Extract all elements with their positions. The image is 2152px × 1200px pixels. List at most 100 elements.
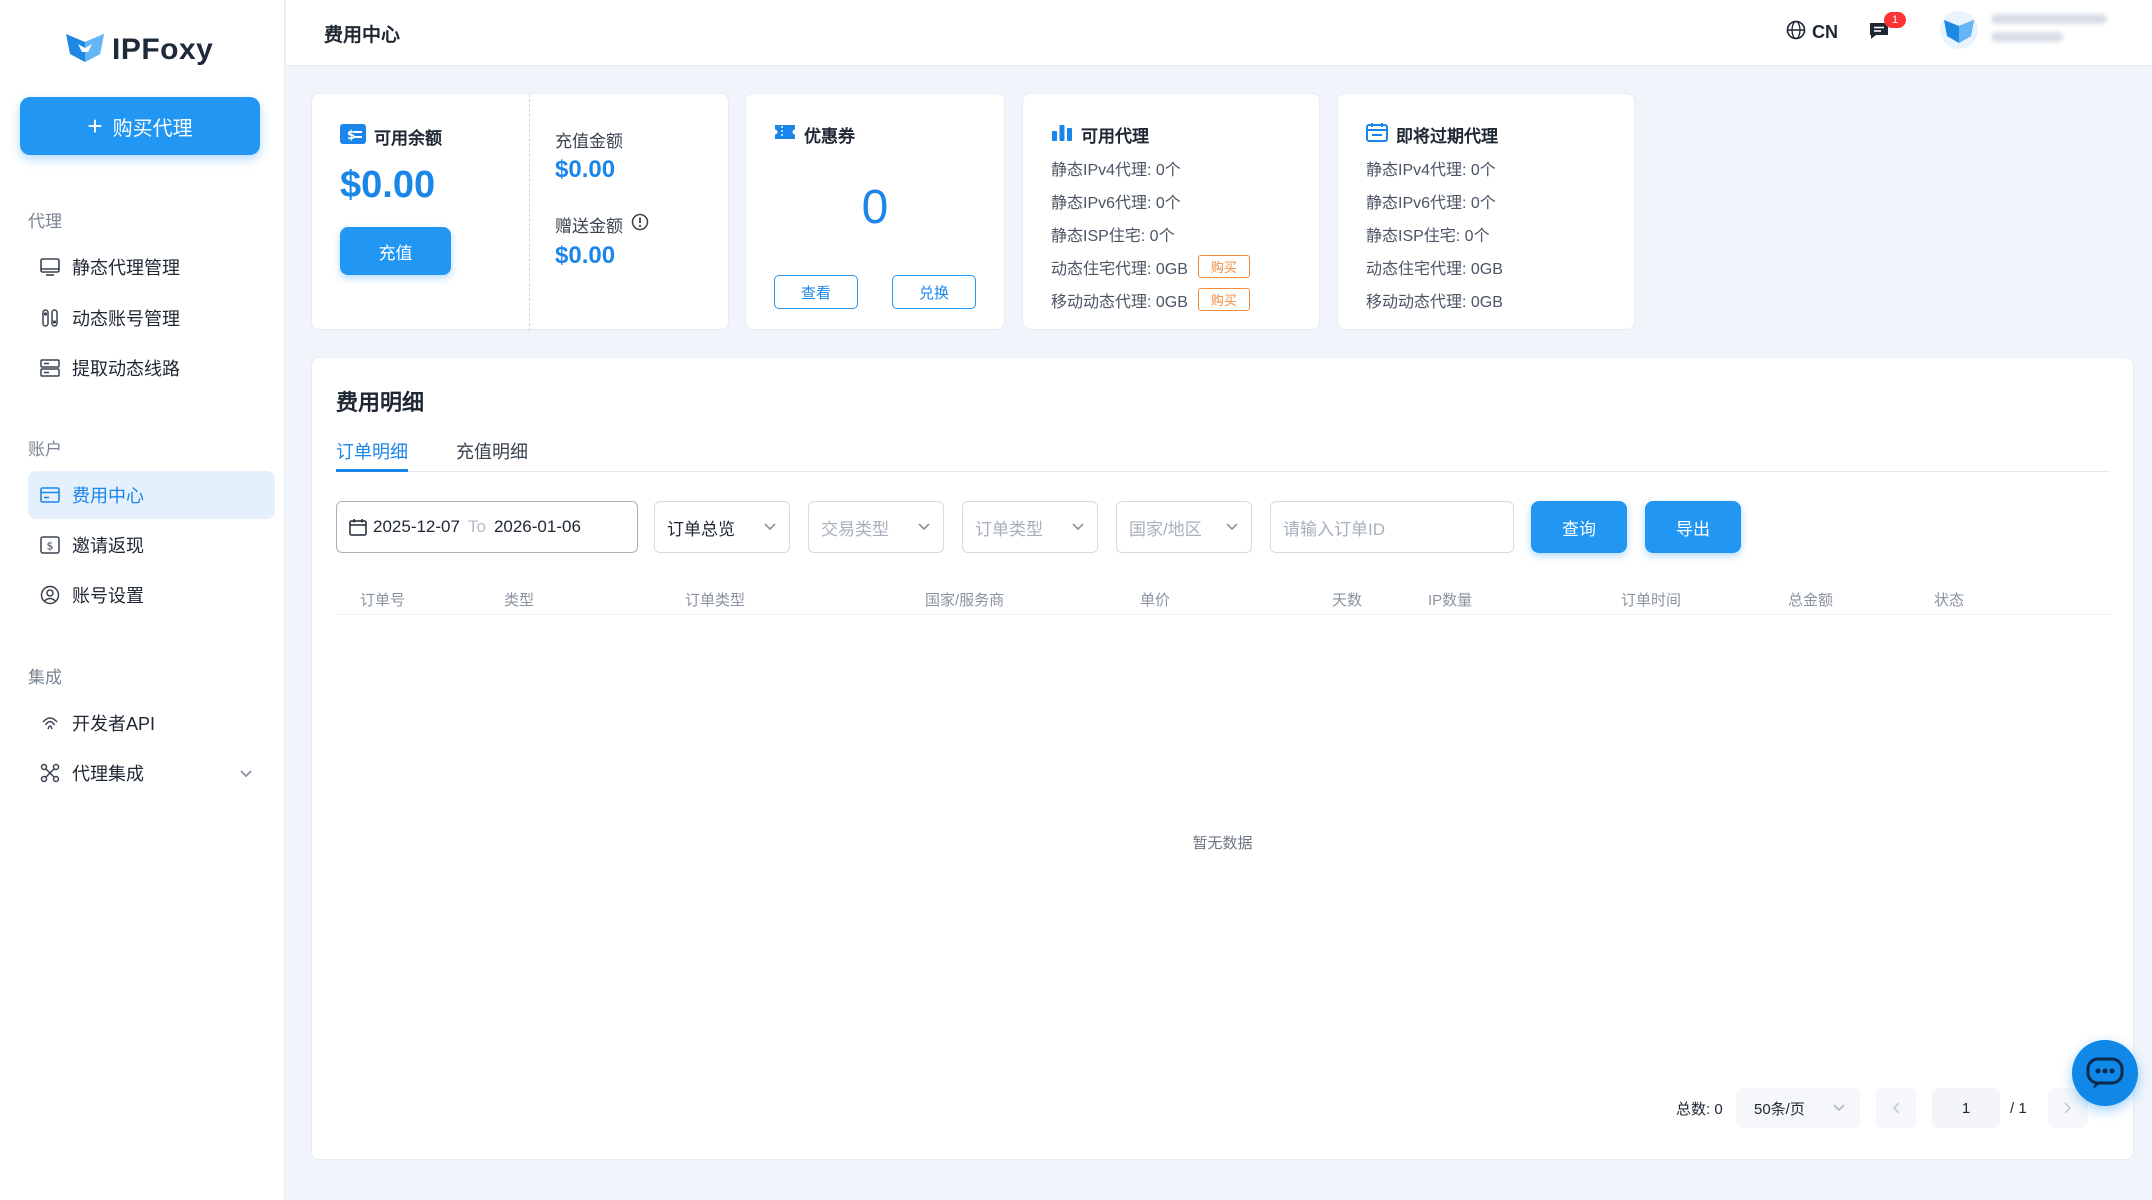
col-type: 类型 — [504, 592, 535, 609]
server-icon — [40, 358, 60, 378]
view-coupons-button[interactable]: 查看 — [774, 275, 858, 309]
export-button[interactable]: 导出 — [1645, 501, 1741, 553]
total-pages: / 1 — [2010, 1099, 2027, 1117]
calendar-icon — [1366, 122, 1388, 147]
recharge-button[interactable]: 充值 — [340, 227, 451, 275]
fee-detail-title: 费用明细 — [336, 390, 425, 415]
logo-text: IPFoxy — [112, 32, 214, 66]
chevron-down-icon[interactable] — [239, 763, 253, 784]
wallet-icon: $ — [340, 124, 366, 149]
expiring-static-ipv4: 静态IPv4代理: 0个 — [1366, 161, 1496, 179]
expiring-card-title: 即将过期代理 — [1366, 122, 1498, 147]
sidebar-item-proxy-integration[interactable]: 代理集成 — [28, 749, 275, 797]
chevron-down-icon — [1071, 517, 1085, 537]
sidebar-item-label: 提取动态线路 — [72, 359, 180, 379]
expiring-static-ipv6: 静态IPv6代理: 0个 — [1366, 194, 1496, 212]
sidebar-item-label: 费用中心 — [72, 486, 144, 506]
available-stats-list: 静态IPv4代理: 0个 静态IPv6代理: 0个 静态ISP住宅: 0个 动态… — [1051, 151, 1250, 316]
language-switcher[interactable]: CN — [1786, 20, 1838, 45]
stat-dynamic-residential: 动态住宅代理: 0GB 购买 — [1051, 250, 1250, 283]
wallet-card-icon — [40, 485, 60, 505]
col-status: 状态 — [1934, 592, 1965, 609]
gift-amount: $0.00 — [555, 242, 616, 269]
logo[interactable]: IPFoxy — [64, 30, 213, 69]
top-bar: 费用中心 CN 1 — [286, 0, 2152, 66]
sidebar-item-developer-api[interactable]: 开发者API — [28, 699, 275, 747]
trade-type-select[interactable]: 交易类型 — [808, 501, 944, 553]
fingerprint-icon — [40, 713, 60, 733]
expiring-dynamic-residential: 动态住宅代理: 0GB — [1366, 260, 1503, 278]
col-unit-price: 单价 — [1140, 592, 1171, 609]
fox-logo-icon — [64, 30, 106, 69]
recharge-amount: $0.00 — [555, 156, 616, 183]
sidebar-item-label: 开发者API — [72, 714, 156, 734]
page-title: 费用中心 — [324, 25, 401, 46]
expiring-proxies-card: 即将过期代理 静态IPv4代理: 0个 静态IPv6代理: 0个 静态ISP住宅… — [1337, 93, 1635, 330]
stat-static-ipv6: 静态IPv6代理: 0个 — [1051, 194, 1181, 212]
query-button[interactable]: 查询 — [1531, 501, 1627, 553]
tab-recharge-details[interactable]: 充值明细 — [456, 438, 528, 472]
available-title-label: 可用代理 — [1081, 127, 1149, 146]
gift-amount-label: 赠送金额 — [555, 217, 623, 236]
balance-card: $ 可用余额 $0.00 充值 充值金额 $0.00 赠送金额 $0.00 — [311, 93, 729, 331]
sidebar-item-extract-lines[interactable]: 提取动态线路 — [28, 344, 275, 392]
page-size-select[interactable]: 50条/页 — [1736, 1088, 1860, 1128]
sidebar-item-label: 代理集成 — [72, 764, 144, 784]
date-end[interactable]: 2026-01-06 — [494, 517, 581, 537]
ticket-icon — [774, 123, 796, 146]
sidebar-item-label: 动态账号管理 — [72, 309, 180, 329]
sidebar-item-billing[interactable]: 费用中心 — [28, 471, 275, 519]
buy-mobile-button[interactable]: 购买 — [1197, 288, 1250, 311]
col-order-time: 订单时间 — [1621, 592, 1682, 609]
sidebar-item-label: 静态代理管理 — [72, 258, 180, 278]
col-order-type: 订单类型 — [685, 592, 746, 609]
tab-order-details[interactable]: 订单明细 — [336, 438, 408, 472]
coupon-card-title: 优惠券 — [774, 122, 855, 147]
buy-proxy-button[interactable]: + 购买代理 — [20, 97, 260, 155]
date-start[interactable]: 2025-12-07 — [373, 517, 460, 537]
language-label: CN — [1812, 22, 1838, 42]
chevron-down-icon — [1225, 517, 1239, 537]
col-country-provider: 国家/服务商 — [925, 592, 1005, 609]
col-ip-count: IP数量 — [1428, 592, 1473, 609]
chevron-down-icon — [917, 517, 931, 537]
user-info-blurred[interactable] — [1991, 14, 2111, 50]
col-days: 天数 — [1332, 592, 1363, 609]
buy-proxy-label: 购买代理 — [112, 117, 193, 140]
svg-text:$: $ — [47, 540, 54, 553]
date-range-picker[interactable]: 2025-12-07 To 2026-01-06 — [336, 501, 638, 553]
recharge-amount-label: 充值金额 — [555, 132, 623, 151]
sidebar-item-invite-cashback[interactable]: $ 邀请返现 — [28, 521, 275, 569]
monitor-icon — [40, 257, 60, 277]
order-type-select[interactable]: 订单类型 — [962, 501, 1098, 553]
country-select[interactable]: 国家/地区 — [1116, 501, 1252, 553]
avatar[interactable] — [1938, 10, 1980, 55]
balance-title-label: 可用余额 — [374, 129, 442, 148]
fee-detail-panel: 费用明细 订单明细 充值明细 2025-12-07 To 2026-01-06 … — [311, 357, 2134, 1160]
sidebar-item-dynamic-account[interactable]: 动态账号管理 — [28, 294, 275, 342]
sidebar: IPFoxy + 购买代理 代理 静态代理管理 动态账号管理 提取动态线路 账户… — [0, 0, 285, 1200]
expiring-static-isp: 静态ISP住宅: 0个 — [1366, 227, 1490, 245]
col-total-amount: 总金额 — [1788, 592, 1834, 609]
expiring-stats-list: 静态IPv4代理: 0个 静态IPv6代理: 0个 静态ISP住宅: 0个 动态… — [1366, 151, 1503, 316]
order-id-input[interactable]: 请输入订单ID — [1270, 501, 1514, 553]
current-page-input[interactable]: 1 — [1932, 1088, 2000, 1128]
coupon-title-label: 优惠券 — [804, 127, 855, 146]
order-scope-select[interactable]: 订单总览 — [654, 501, 790, 553]
sidebar-item-static-proxy[interactable]: 静态代理管理 — [28, 243, 275, 291]
redeem-coupon-button[interactable]: 兑换 — [892, 275, 976, 309]
buy-residential-button[interactable]: 购买 — [1197, 255, 1250, 278]
calendar-icon — [349, 518, 367, 536]
stat-mobile-dynamic: 移动动态代理: 0GB 购买 — [1051, 283, 1250, 316]
sidebar-item-label: 邀请返现 — [72, 536, 144, 556]
chevron-right-icon — [2063, 1101, 2073, 1115]
prev-page-button[interactable] — [1876, 1088, 1916, 1128]
balance-card-title: $ 可用余额 — [340, 124, 442, 149]
col-order-no: 订单号 — [360, 592, 406, 609]
chat-support-button[interactable] — [2072, 1040, 2138, 1106]
info-icon[interactable] — [631, 213, 649, 236]
sidebar-item-account-settings[interactable]: 账号设置 — [28, 571, 275, 619]
card-divider — [529, 94, 530, 331]
detail-tabs: 订单明细 充值明细 — [336, 438, 2110, 472]
available-card-title: 可用代理 — [1051, 122, 1149, 147]
